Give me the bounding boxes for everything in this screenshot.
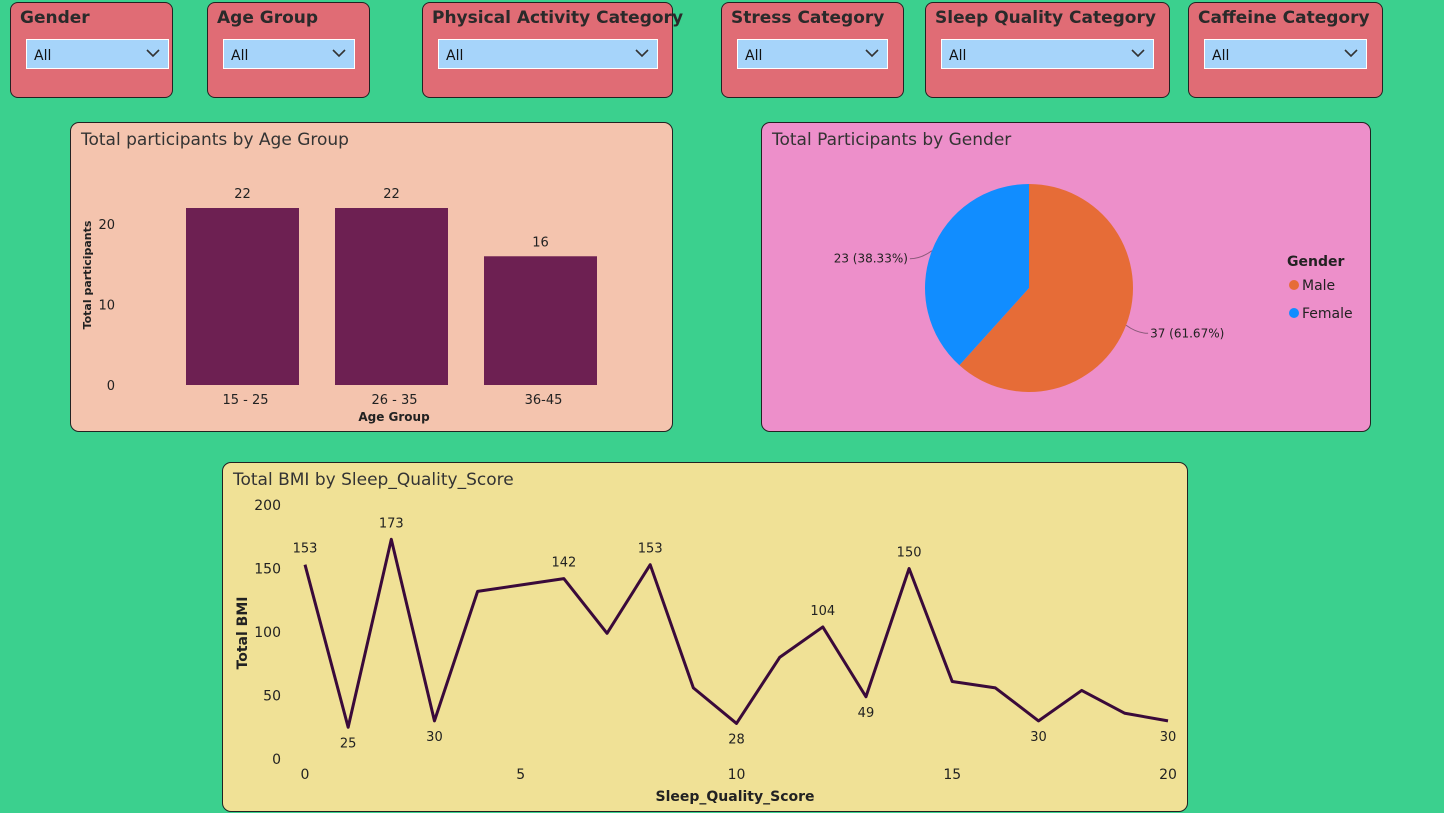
data-label: 173 bbox=[379, 516, 404, 531]
dropdown-value: All bbox=[1212, 48, 1230, 64]
chevron-down-icon bbox=[146, 49, 160, 58]
slicer-title: Gender bbox=[20, 8, 90, 28]
age-group-dropdown[interactable]: All bbox=[223, 39, 355, 69]
data-label: 49 bbox=[858, 706, 875, 721]
x-tick-label: 15 bbox=[943, 767, 961, 783]
slicer-title: Caffeine Category bbox=[1198, 8, 1370, 28]
bar bbox=[335, 208, 448, 385]
physical-activity-dropdown[interactable]: All bbox=[438, 39, 658, 69]
slicer-physical-activity: Physical Activity Category All bbox=[422, 2, 683, 98]
chevron-down-icon bbox=[865, 49, 879, 58]
age-group-bar-chart: 0 10 20 22 15 - 25 22 26 - 35 16 36-45 Age Group T… bbox=[81, 187, 597, 424]
slice-label: 37 (61.67%) bbox=[1150, 326, 1224, 340]
data-label: 25 bbox=[340, 736, 357, 751]
bar bbox=[186, 208, 299, 385]
chevron-down-icon bbox=[1344, 49, 1358, 58]
x-tick-label: 15 - 25 bbox=[222, 393, 268, 408]
slicer-title: Stress Category bbox=[731, 8, 885, 28]
y-tick-label: 200 bbox=[254, 498, 281, 514]
legend-label: Female bbox=[1302, 306, 1353, 322]
dropdown-value: All bbox=[949, 48, 967, 64]
y-tick-label: 0 bbox=[272, 752, 281, 768]
slicer-title: Physical Activity Category bbox=[432, 8, 684, 28]
data-label: 30 bbox=[1030, 730, 1047, 745]
slicer-caffeine: Caffeine Category All bbox=[1188, 2, 1383, 98]
data-label: 150 bbox=[897, 546, 922, 561]
sleep-quality-dropdown[interactable]: All bbox=[941, 39, 1154, 69]
leader-line bbox=[909, 250, 933, 260]
legend-label: Male bbox=[1302, 278, 1335, 294]
y-axis-label: Total participants bbox=[81, 220, 94, 329]
x-axis-label: Age Group bbox=[358, 410, 430, 424]
gender-chart-card: Total Participants by Gender 37 (61.67%)… bbox=[761, 122, 1371, 432]
y-tick-label: 0 bbox=[107, 379, 115, 394]
x-tick-label: 5 bbox=[516, 767, 525, 783]
legend-marker bbox=[1289, 280, 1299, 290]
y-tick-label: 10 bbox=[98, 299, 115, 314]
dropdown-value: All bbox=[34, 48, 52, 64]
x-axis-label: Sleep_Quality_Score bbox=[655, 789, 814, 805]
data-label: 142 bbox=[551, 556, 576, 571]
bmi-chart-card: Total BMI by Sleep_Quality_Score 0 50 100 1… bbox=[222, 462, 1188, 812]
slice-label: 23 (38.33%) bbox=[834, 252, 908, 266]
x-tick-label: 26 - 35 bbox=[371, 393, 417, 408]
bar bbox=[484, 256, 597, 385]
dropdown-value: All bbox=[231, 48, 249, 64]
data-label: 22 bbox=[234, 187, 251, 202]
y-tick-label: 50 bbox=[263, 689, 281, 705]
y-tick-label: 20 bbox=[98, 218, 115, 233]
data-label: 30 bbox=[426, 730, 443, 745]
caffeine-dropdown[interactable]: All bbox=[1204, 39, 1367, 69]
data-label: 153 bbox=[638, 542, 663, 557]
data-label: 28 bbox=[728, 732, 745, 747]
series-line bbox=[303, 537, 1169, 729]
y-tick-label: 100 bbox=[254, 625, 281, 641]
slicer-age-group: Age Group All bbox=[207, 2, 370, 98]
legend-marker bbox=[1289, 308, 1299, 318]
x-tick-label: 20 bbox=[1159, 767, 1177, 783]
age-group-chart-card: Total participants by Age Group 0 10 20 22 1… bbox=[70, 122, 673, 432]
data-label: 16 bbox=[532, 235, 549, 250]
slicer-stress: Stress Category All bbox=[721, 2, 904, 98]
x-tick-label: 10 bbox=[728, 767, 746, 783]
dropdown-value: All bbox=[745, 48, 763, 64]
stress-dropdown[interactable]: All bbox=[737, 39, 888, 69]
slicer-title: Age Group bbox=[217, 8, 319, 28]
slicer-sleep-quality: Sleep Quality Category All bbox=[925, 2, 1170, 98]
y-axis-label: Total BMI bbox=[235, 597, 251, 670]
data-label: 30 bbox=[1160, 730, 1177, 745]
chevron-down-icon bbox=[1131, 49, 1145, 58]
y-tick-label: 150 bbox=[254, 562, 281, 578]
data-label: 104 bbox=[810, 604, 835, 619]
dropdown-value: All bbox=[446, 48, 464, 64]
chevron-down-icon bbox=[635, 49, 649, 58]
x-tick-label: 0 bbox=[301, 767, 310, 783]
legend-title: Gender bbox=[1287, 254, 1344, 270]
gender-dropdown[interactable]: All bbox=[26, 39, 169, 69]
data-label: 153 bbox=[293, 542, 318, 557]
x-tick-label: 36-45 bbox=[525, 393, 563, 408]
slicer-gender: Gender All bbox=[10, 2, 173, 98]
chevron-down-icon bbox=[332, 49, 346, 58]
data-label: 22 bbox=[383, 187, 400, 202]
slicer-title: Sleep Quality Category bbox=[935, 8, 1156, 28]
leader-line bbox=[1125, 324, 1149, 334]
gender-pie-chart: 37 (61.67%) 23 (38.33%) Gender Male Female bbox=[834, 184, 1353, 392]
bmi-line-chart: 0 50 100 150 200 0 5 10 15 20 153 25 173 30 142 153 28 10… bbox=[235, 498, 1177, 805]
